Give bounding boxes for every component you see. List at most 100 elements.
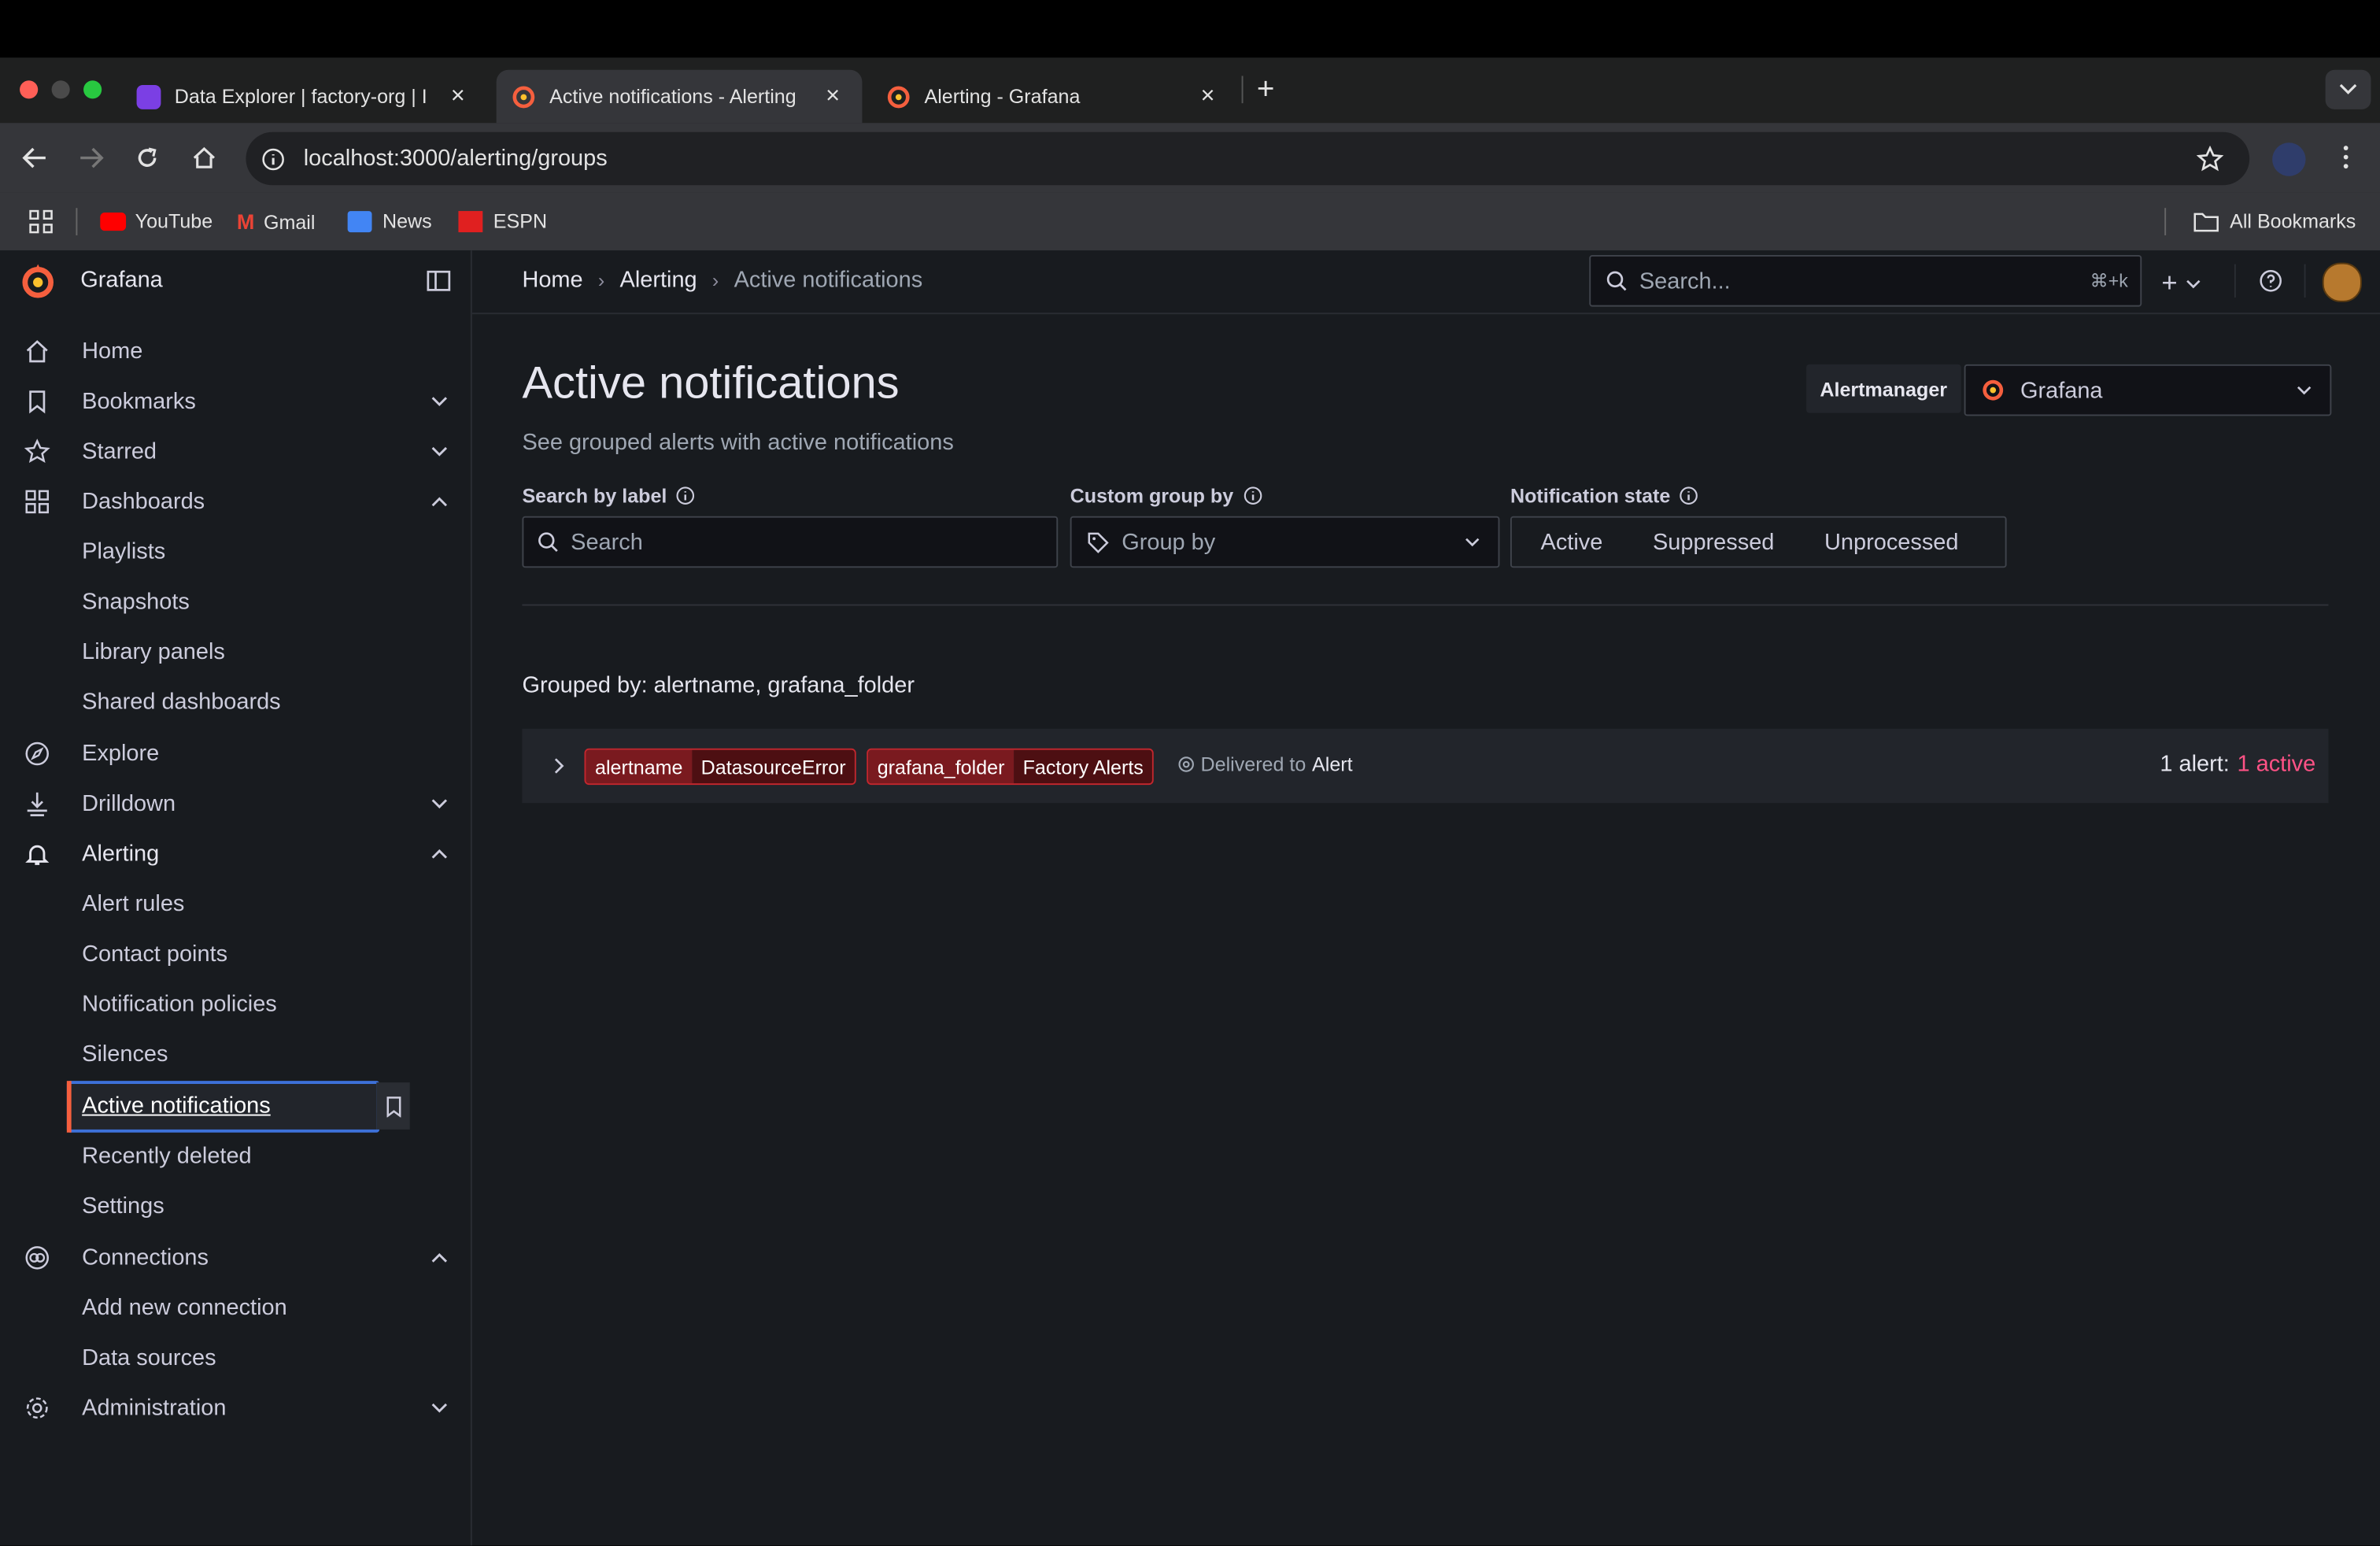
- new-menu-button[interactable]: +: [2161, 267, 2200, 299]
- chevron-down-icon: [2297, 385, 2312, 394]
- user-avatar[interactable]: [2322, 262, 2362, 302]
- close-tab-icon[interactable]: ×: [1201, 83, 1215, 110]
- back-icon[interactable]: [21, 146, 49, 170]
- reload-icon[interactable]: [135, 146, 160, 170]
- delivered-to: Delivered to Alert: [1178, 753, 1353, 776]
- tab-search-button[interactable]: [2325, 69, 2371, 109]
- dock-menu-icon[interactable]: [427, 268, 451, 293]
- nav-silences[interactable]: Silences: [82, 1032, 168, 1074]
- connections-icon: [25, 1246, 50, 1270]
- nav-connections[interactable]: Connections: [82, 1236, 209, 1278]
- app-name: Grafana: [80, 267, 163, 294]
- apps-grid-icon[interactable]: [29, 209, 54, 234]
- chevron-down-icon[interactable]: [431, 798, 448, 809]
- bookmark-youtube[interactable]: YouTube: [100, 209, 213, 232]
- browser-tab-active-notifications[interactable]: Active notifications - Alerting ×: [496, 69, 863, 124]
- all-bookmarks-button[interactable]: All Bookmarks: [2193, 209, 2356, 232]
- nav-snapshots[interactable]: Snapshots: [82, 580, 190, 623]
- chevron-down-icon[interactable]: [431, 396, 448, 407]
- search-icon: [538, 532, 558, 553]
- bookmark-star-icon[interactable]: [2196, 146, 2224, 172]
- nav-starred[interactable]: Starred: [82, 430, 157, 472]
- breadcrumb: Home › Alerting › Active notifications: [522, 267, 922, 293]
- delivered-target[interactable]: Alert: [1312, 753, 1353, 776]
- minimize-window-button[interactable]: [51, 80, 70, 99]
- nav-active-notifications[interactable]: Active notifications: [82, 1084, 271, 1126]
- state-unprocessed-option[interactable]: Unprocessed: [1824, 529, 1958, 555]
- nav-contact-points[interactable]: Contact points: [82, 932, 227, 975]
- nav-home[interactable]: Home: [82, 330, 142, 372]
- breadcrumb-separator: ›: [711, 268, 719, 292]
- bookmark-label: Gmail: [263, 210, 316, 234]
- notification-state-text: Notification state: [1510, 484, 1671, 508]
- info-icon[interactable]: [676, 486, 696, 505]
- chevron-down-icon: [1465, 537, 1480, 546]
- close-window-button[interactable]: [20, 80, 39, 99]
- nav-playlists[interactable]: Playlists: [82, 530, 165, 572]
- bookmark-gmail[interactable]: M Gmail: [237, 209, 316, 234]
- close-tab-icon[interactable]: ×: [451, 83, 465, 110]
- label-search-input[interactable]: Search: [522, 516, 1059, 568]
- delivered-prefix: Delivered to: [1200, 753, 1306, 776]
- state-active-option[interactable]: Active: [1541, 529, 1603, 555]
- notification-state-label: Notification state: [1510, 484, 1699, 507]
- bookmark-espn[interactable]: ESPN: [458, 209, 547, 232]
- help-icon[interactable]: [2259, 268, 2283, 293]
- global-search-placeholder: Search...: [1639, 268, 1731, 294]
- nav-notification-policies[interactable]: Notification policies: [82, 982, 277, 1025]
- profile-avatar[interactable]: [2272, 142, 2306, 176]
- nav-settings[interactable]: Settings: [82, 1184, 164, 1226]
- forward-icon[interactable]: [77, 146, 105, 170]
- browser-tab-data-explorer[interactable]: Data Explorer | factory-org | I ×: [121, 70, 486, 124]
- nav-alert-rules[interactable]: Alert rules: [82, 882, 184, 925]
- nav-data-sources[interactable]: Data sources: [82, 1336, 216, 1378]
- breadcrumb-home[interactable]: Home: [522, 267, 582, 293]
- nav-drilldown[interactable]: Drilldown: [82, 782, 176, 824]
- address-bar[interactable]: localhost:3000/alerting/groups: [246, 131, 2250, 186]
- nav-shared-dashboards[interactable]: Shared dashboards: [82, 680, 281, 723]
- site-info-icon[interactable]: [261, 146, 286, 171]
- chevron-up-icon[interactable]: [431, 1252, 448, 1263]
- gmail-icon: M: [236, 209, 255, 235]
- nav-dashboards[interactable]: Dashboards: [82, 479, 205, 522]
- breadcrumb-alerting[interactable]: Alerting: [620, 267, 697, 293]
- global-search-input[interactable]: Search... ⌘+k: [1589, 255, 2142, 307]
- home-icon[interactable]: [191, 146, 217, 170]
- chevron-right-icon[interactable]: [554, 757, 565, 774]
- dashboards-grid-icon: [25, 490, 50, 514]
- chevron-down-icon[interactable]: [431, 446, 448, 457]
- browser-menu-button[interactable]: [2343, 146, 2349, 170]
- label-value: Factory Alerts: [1014, 749, 1153, 784]
- nav-alerting[interactable]: Alerting: [82, 832, 159, 875]
- header-divider: [2234, 264, 2236, 298]
- nav-explore[interactable]: Explore: [82, 732, 159, 775]
- nav-administration[interactable]: Administration: [82, 1386, 226, 1429]
- tab-divider: [1241, 76, 1244, 104]
- folder-icon: [2193, 212, 2219, 231]
- group-by-select[interactable]: Group by: [1070, 516, 1500, 568]
- state-suppressed-option[interactable]: Suppressed: [1653, 529, 1774, 555]
- grafana-logo-icon[interactable]: [18, 261, 57, 301]
- bookmark-page-button[interactable]: [376, 1082, 410, 1130]
- browser-tab-alerting[interactable]: Alerting - Grafana ×: [871, 70, 1236, 124]
- maximize-window-button[interactable]: [83, 80, 102, 99]
- bookmark-news[interactable]: News: [347, 209, 432, 232]
- nav-add-new-connection[interactable]: Add new connection: [82, 1286, 287, 1329]
- nav-library-panels[interactable]: Library panels: [82, 630, 225, 672]
- alertmanager-select[interactable]: Grafana: [1964, 364, 2332, 416]
- header-divider: [2304, 264, 2306, 298]
- chevron-up-icon[interactable]: [431, 497, 448, 508]
- info-icon[interactable]: [1680, 486, 1699, 505]
- info-icon[interactable]: [1243, 486, 1262, 505]
- nav-recently-deleted[interactable]: Recently deleted: [82, 1134, 252, 1177]
- chevron-up-icon[interactable]: [431, 849, 448, 860]
- youtube-icon: [100, 212, 127, 231]
- gear-icon: [26, 1397, 48, 1419]
- close-tab-icon[interactable]: ×: [826, 83, 840, 110]
- chevron-down-icon[interactable]: [431, 1403, 448, 1414]
- page-subtitle: See grouped alerts with active notificat…: [522, 429, 954, 456]
- new-tab-button[interactable]: +: [1257, 73, 1275, 108]
- chevron-down-icon: [2339, 83, 2357, 94]
- all-bookmarks-label: All Bookmarks: [2230, 209, 2356, 233]
- nav-bookmarks[interactable]: Bookmarks: [82, 379, 196, 422]
